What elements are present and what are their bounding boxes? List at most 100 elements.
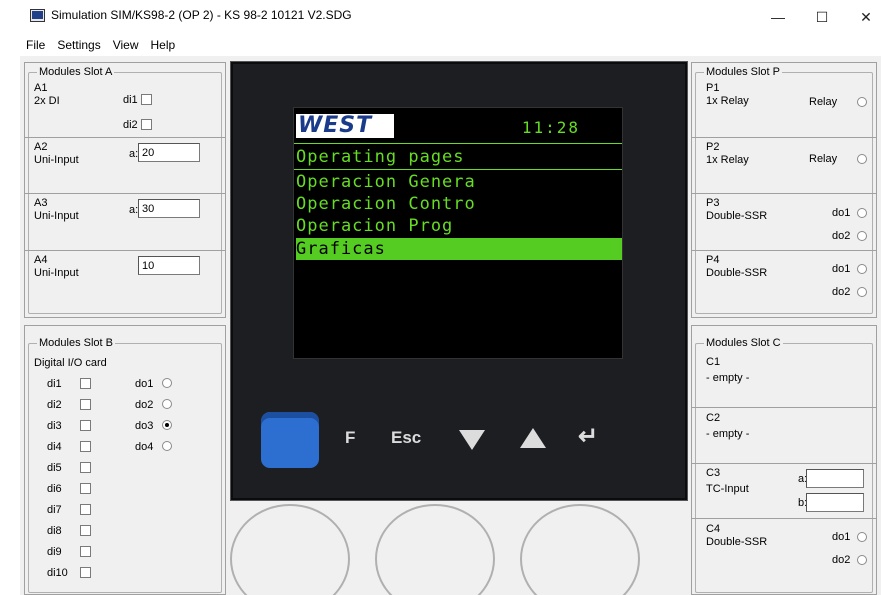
p2-relay-label: Relay xyxy=(809,153,838,165)
west-logo: WEST xyxy=(296,114,394,138)
b-do1-radio[interactable] xyxy=(162,378,172,388)
menu-item-operacion-genera[interactable]: Operacion Genera xyxy=(296,171,622,193)
slot-c2-type: - empty - xyxy=(706,428,750,440)
p1-relay-label: Relay xyxy=(809,96,838,108)
b-di5-label: di5 xyxy=(47,462,62,474)
maximize-button[interactable]: ☐ xyxy=(804,4,840,30)
menu-settings[interactable]: Settings xyxy=(51,35,106,55)
c4-do1-radio[interactable] xyxy=(857,532,867,542)
p4-do1-label: do1 xyxy=(832,263,851,275)
separator xyxy=(692,250,876,251)
menu-item-graficas[interactable]: Graficas xyxy=(296,238,622,260)
slot-p2-type: 1x Relay xyxy=(706,154,749,166)
menu-view[interactable]: View xyxy=(107,35,145,55)
p1-relay-radio[interactable] xyxy=(857,97,867,107)
menu-bar: File Settings View Help xyxy=(20,35,181,55)
a1-di2-checkbox[interactable] xyxy=(141,119,152,130)
b-di8-label: di8 xyxy=(47,525,62,537)
b-do2-radio[interactable] xyxy=(162,399,172,409)
f-key[interactable]: F xyxy=(345,428,355,448)
b-di6-checkbox[interactable] xyxy=(80,483,91,494)
p3-do1-label: do1 xyxy=(832,207,851,219)
a2-value-input[interactable] xyxy=(138,143,200,162)
title-bar: Simulation SIM/KS98-2 (OP 2) - KS 98-2 1… xyxy=(0,0,881,34)
separator xyxy=(692,518,876,519)
slot-a2-id: A2 xyxy=(34,141,48,153)
slot-p1-type: 1x Relay xyxy=(706,95,749,107)
c4-do2-radio[interactable] xyxy=(857,555,867,565)
p3-do2-label: do2 xyxy=(832,230,851,242)
menu-help[interactable]: Help xyxy=(145,35,182,55)
p4-do2-radio[interactable] xyxy=(857,287,867,297)
b-di5-checkbox[interactable] xyxy=(80,462,91,473)
up-arrow-key[interactable] xyxy=(520,428,546,448)
b-di7-checkbox[interactable] xyxy=(80,504,91,515)
menu-file[interactable]: File xyxy=(20,35,51,55)
controller-device: WEST 11:28 Operating pages Operacion Gen… xyxy=(231,62,687,500)
p3-do2-radio[interactable] xyxy=(857,231,867,241)
b-di10-checkbox[interactable] xyxy=(80,567,91,578)
slot-p-title: Modules Slot P xyxy=(704,66,782,78)
c4-do1-label: do1 xyxy=(832,531,851,543)
close-button[interactable]: ✕ xyxy=(848,4,881,30)
slot-c4-id: C4 xyxy=(706,523,721,535)
b-do1-label: do1 xyxy=(135,378,154,390)
a4-value-input[interactable] xyxy=(138,256,200,275)
display-divider xyxy=(294,169,622,170)
enter-key[interactable]: ↵ xyxy=(578,422,598,451)
slot-p-panel: Modules Slot P P1 1x Relay Relay P2 1x R… xyxy=(691,62,877,318)
slot-c-panel: Modules Slot C C1 - empty - C2 - empty -… xyxy=(691,325,877,595)
background-decoration xyxy=(520,504,640,595)
slot-p3-type: Double-SSR xyxy=(706,210,768,222)
b-do4-radio[interactable] xyxy=(162,441,172,451)
separator xyxy=(25,137,225,138)
slot-a4-id: A4 xyxy=(34,254,48,266)
slot-b-title: Modules Slot B xyxy=(37,337,115,349)
b-di2-label: di2 xyxy=(47,399,62,411)
slot-c3-id: C3 xyxy=(706,467,721,479)
a3-input-label: a: xyxy=(129,204,139,216)
a2-input-label: a: xyxy=(129,148,139,160)
blue-function-key[interactable] xyxy=(261,412,319,468)
down-arrow-key[interactable] xyxy=(459,430,485,450)
c3-b-input[interactable] xyxy=(806,493,864,512)
minimize-button[interactable]: — xyxy=(760,4,796,30)
background-decoration xyxy=(375,504,495,595)
p3-do1-radio[interactable] xyxy=(857,208,867,218)
b-di6-label: di6 xyxy=(47,483,62,495)
separator xyxy=(692,137,876,138)
p4-do1-radio[interactable] xyxy=(857,264,867,274)
app-icon xyxy=(30,9,45,22)
device-keypad: F Esc ↵ xyxy=(233,404,689,494)
c3-a-input[interactable] xyxy=(806,469,864,488)
separator xyxy=(692,193,876,194)
app-window: Simulation SIM/KS98-2 (OP 2) - KS 98-2 1… xyxy=(0,0,881,595)
b-di1-label: di1 xyxy=(47,378,62,390)
left-strip xyxy=(0,0,20,595)
b-di2-checkbox[interactable] xyxy=(80,399,91,410)
slot-a1-type: 2x DI xyxy=(34,95,60,107)
slot-c4-type: Double-SSR xyxy=(706,536,768,548)
b-di3-label: di3 xyxy=(47,420,62,432)
display-divider xyxy=(294,143,622,144)
slot-c1-type: - empty - xyxy=(706,372,750,384)
b-di8-checkbox[interactable] xyxy=(80,525,91,536)
a3-value-input[interactable] xyxy=(138,199,200,218)
b-di3-checkbox[interactable] xyxy=(80,420,91,431)
esc-key[interactable]: Esc xyxy=(391,428,421,448)
slot-c2-id: C2 xyxy=(706,412,721,424)
slot-c-title: Modules Slot C xyxy=(704,337,783,349)
b-di1-checkbox[interactable] xyxy=(80,378,91,389)
slot-p4-type: Double-SSR xyxy=(706,267,768,279)
slot-p2-id: P2 xyxy=(706,141,720,153)
menu-item-operacion-prog[interactable]: Operacion Prog xyxy=(296,215,622,237)
p2-relay-radio[interactable] xyxy=(857,154,867,164)
b-di4-checkbox[interactable] xyxy=(80,441,91,452)
menu-item-operacion-contro[interactable]: Operacion Contro xyxy=(296,193,622,215)
b-do3-radio[interactable] xyxy=(162,420,172,430)
a1-di1-checkbox[interactable] xyxy=(141,94,152,105)
b-di9-checkbox[interactable] xyxy=(80,546,91,557)
p4-do2-label: do2 xyxy=(832,286,851,298)
slot-p3-id: P3 xyxy=(706,197,720,209)
slot-p1-id: P1 xyxy=(706,82,720,94)
